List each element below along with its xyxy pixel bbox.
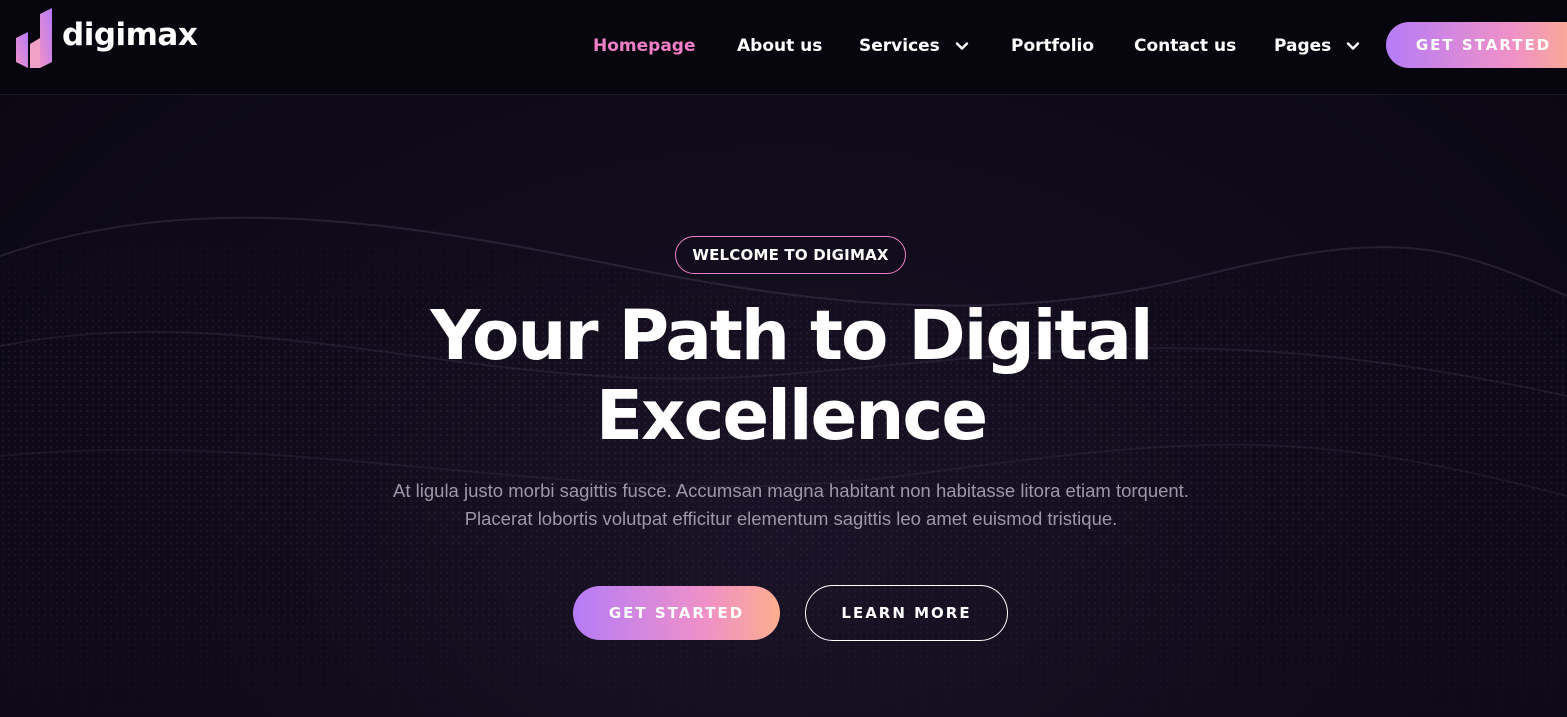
page: digimax Homepage About us Services Portf… (0, 0, 1567, 717)
hero-title-line-1: Your Path to Digital (430, 296, 1153, 376)
logo-text: digimax (62, 17, 198, 53)
chevron-down-icon (955, 42, 968, 50)
logo[interactable]: digimax (16, 8, 198, 70)
hero-title: Your Path to Digital Excellence (283, 296, 1299, 456)
site-header: digimax Homepage About us Services Portf… (0, 0, 1567, 95)
header-get-started-button[interactable]: GET STARTED (1386, 22, 1567, 68)
nav-item-pages[interactable]: Pages (1274, 33, 1361, 59)
nav-item-about-us[interactable]: About us (737, 33, 822, 59)
hero-get-started-button[interactable]: GET STARTED (573, 586, 780, 640)
nav-item-pages-label: Pages (1274, 36, 1332, 56)
hero-learn-more-button[interactable]: LEARN MORE (805, 585, 1008, 641)
welcome-badge: WELCOME TO DIGIMAX (675, 236, 906, 274)
hero-title-line-2: Excellence (595, 376, 988, 456)
nav-item-portfolio[interactable]: Portfolio (1011, 33, 1094, 59)
nav-item-contact-us[interactable]: Contact us (1134, 33, 1236, 59)
nav-item-services-label: Services (859, 36, 940, 56)
nav-item-homepage[interactable]: Homepage (593, 33, 696, 59)
hero-description: At ligula justo morbi sagittis fusce. Ac… (393, 480, 1189, 529)
chevron-down-icon (1347, 42, 1360, 50)
hero-section: WELCOME TO DIGIMAX Your Path to Digital … (0, 96, 1567, 717)
logo-mark-icon (16, 8, 52, 68)
nav-item-services[interactable]: Services (859, 33, 970, 59)
